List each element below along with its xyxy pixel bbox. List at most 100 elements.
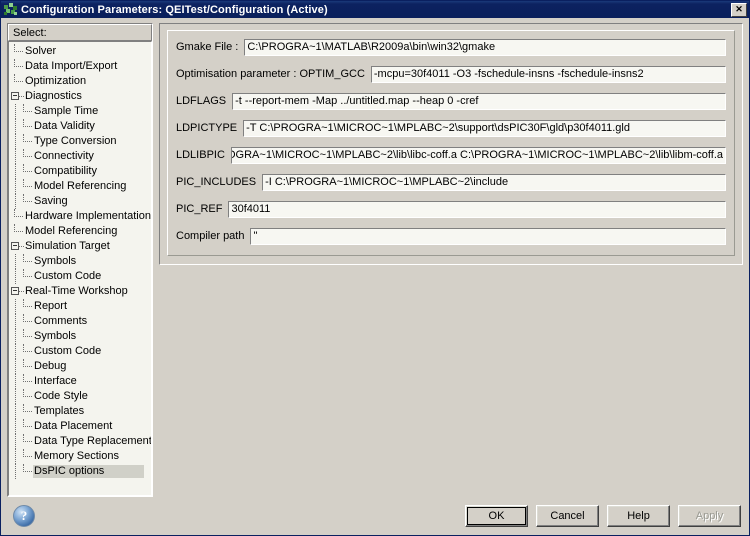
tree-item-comments[interactable]: Comments <box>9 314 151 329</box>
ok-button[interactable]: OK <box>465 505 528 527</box>
config-tree[interactable]: Solver Data Import/Export Optimization Diag… <box>8 41 152 496</box>
help-button[interactable]: Help <box>607 505 670 527</box>
pic-includes-input[interactable]: -I C:\PROGRA~1\MICROC~1\MPLABC~2\include <box>262 174 726 191</box>
tree-branch-icon <box>20 179 33 194</box>
gmake-file-row: Gmake File : C:\PROGRA~1\MATLAB\R2009a\bi… <box>176 39 726 56</box>
dialog-buttons: OK Cancel Help Apply <box>465 505 741 527</box>
tree-collapse-icon[interactable] <box>11 284 24 299</box>
tree-item-solver[interactable]: Solver <box>9 44 151 59</box>
tree-guide <box>11 194 20 209</box>
optim-gcc-input[interactable]: -mcpu=30f4011 -O3 -fschedule-insns -fsch… <box>370 66 726 83</box>
tree-item-compatibility[interactable]: Compatibility <box>9 164 151 179</box>
tree-guide <box>11 329 20 344</box>
pic-ref-label: PIC_REF <box>176 203 223 215</box>
dspic-options-group: Gmake File : C:\PROGRA~1\MATLAB\R2009a\bi… <box>159 23 743 265</box>
tree-branch-icon <box>20 299 33 314</box>
tree-collapse-icon[interactable] <box>11 239 24 254</box>
help-orb-icon[interactable]: ? <box>13 505 35 527</box>
tree-branch-icon <box>20 389 33 404</box>
tree-guide <box>11 374 20 389</box>
tree-item-sample-time[interactable]: Sample Time <box>9 104 151 119</box>
tree-branch-icon <box>20 149 33 164</box>
tree-branch-icon <box>20 194 33 209</box>
tree-item-dspic-options[interactable]: DsPIC options <box>9 464 151 479</box>
ldpictype-row: LDPICTYPE -T C:\PROGRA~1\MICROC~1\MPLABC~… <box>176 120 726 137</box>
tree-item-label: Debug <box>34 360 67 372</box>
tree-item-label: Compatibility <box>34 165 97 177</box>
tree-guide <box>11 149 20 164</box>
tree-item-model-referencing[interactable]: Model Referencing <box>9 224 151 239</box>
optim-gcc-row: Optimisation parameter : OPTIM_GCC -mcpu=… <box>176 66 726 83</box>
tree-item-simulation-target[interactable]: Simulation Target <box>9 239 151 254</box>
pic-includes-label: PIC_INCLUDES <box>176 176 257 188</box>
tree-item-label: Custom Code <box>34 270 102 282</box>
tree-guide <box>11 389 20 404</box>
tree-item-data-validity[interactable]: Data Validity <box>9 119 151 134</box>
settings-panel: Gmake File : C:\PROGRA~1\MATLAB\R2009a\bi… <box>159 23 743 497</box>
tree-branch-icon <box>20 434 33 449</box>
tree-branch-icon <box>20 404 33 419</box>
tree-item-data-import-export[interactable]: Data Import/Export <box>9 59 151 74</box>
tree-item-custom-code[interactable]: Custom Code <box>9 269 151 284</box>
tree-item-label: Diagnostics <box>25 90 82 102</box>
tree-item-saving[interactable]: Saving <box>9 194 151 209</box>
tree-branch-icon <box>20 419 33 434</box>
ldlibpic-row: LDLIBPIC 30f4011-coff.a C:\PROGRA~1\MICRO… <box>176 147 726 164</box>
tree-item-data-placement[interactable]: Data Placement <box>9 419 151 434</box>
tree-item-type-conversion[interactable]: Type Conversion <box>9 134 151 149</box>
ldlibpic-input[interactable]: 30f4011-coff.a C:\PROGRA~1\MICROC~1\MPLA… <box>230 147 726 164</box>
tree-item-optimization[interactable]: Optimization <box>9 74 151 89</box>
tree-item-label: Model Referencing <box>34 180 127 192</box>
tree-item-hardware-implementation[interactable]: Hardware Implementation <box>9 209 151 224</box>
tree-item-real-time-workshop[interactable]: Real-Time Workshop <box>9 284 151 299</box>
tree-item-label: Simulation Target <box>25 240 110 252</box>
matlab-simulink-icon <box>4 3 17 16</box>
compiler-path-label: Compiler path <box>176 230 245 242</box>
tree-item-debug[interactable]: Debug <box>9 359 151 374</box>
tree-item-symbols[interactable]: Symbols <box>9 329 151 344</box>
tree-item-code-style[interactable]: Code Style <box>9 389 151 404</box>
tree-guide <box>11 119 20 134</box>
tree-item-templates[interactable]: Templates <box>9 404 151 419</box>
tree-item-custom-code[interactable]: Custom Code <box>9 344 151 359</box>
tree-item-report[interactable]: Report <box>9 299 151 314</box>
tree-guide <box>11 449 20 464</box>
tree-item-label: Memory Sections <box>34 450 119 462</box>
window-title: Configuration Parameters: QEITest/Config… <box>21 3 328 16</box>
tree-item-model-referencing[interactable]: Model Referencing <box>9 179 151 194</box>
cancel-button[interactable]: Cancel <box>536 505 599 527</box>
dialog-footer: ? OK Cancel Help Apply <box>1 497 749 535</box>
ldflags-row: LDFLAGS -t --report-mem -Map ../untitled.… <box>176 93 726 110</box>
tree-collapse-icon[interactable] <box>11 89 24 104</box>
tree-guide <box>11 404 20 419</box>
tree-guide <box>11 314 20 329</box>
select-tree-panel: Select: Solver Data Import/Export Optimiza… <box>7 23 153 497</box>
tree-item-memory-sections[interactable]: Memory Sections <box>9 449 151 464</box>
tree-branch-icon <box>20 269 33 284</box>
tree-item-connectivity[interactable]: Connectivity <box>9 149 151 164</box>
tree-item-diagnostics[interactable]: Diagnostics <box>9 89 151 104</box>
ldflags-input[interactable]: -t --report-mem -Map ../untitled.map --h… <box>232 93 726 110</box>
apply-button: Apply <box>678 505 741 527</box>
tree-branch-icon <box>20 104 33 119</box>
ldpictype-input[interactable]: -T C:\PROGRA~1\MICROC~1\MPLABC~2\support… <box>243 120 726 137</box>
ldlibpic-value: 30f4011-coff.a C:\PROGRA~1\MICROC~1\MPLA… <box>230 149 723 161</box>
compiler-path-input[interactable]: " <box>250 228 726 245</box>
tree-guide <box>11 299 20 314</box>
tree-item-label: Report <box>34 300 68 312</box>
tree-item-label: Model Referencing <box>25 225 118 237</box>
close-icon[interactable]: ✕ <box>731 2 747 17</box>
pic-ref-input[interactable]: 30f4011 <box>228 201 726 218</box>
window-controls: ✕ <box>731 2 747 17</box>
tree-branch-icon <box>11 224 24 239</box>
tree-item-label: Connectivity <box>34 150 94 162</box>
title-bar[interactable]: Configuration Parameters: QEITest/Config… <box>1 1 749 18</box>
pic-includes-row: PIC_INCLUDES -I C:\PROGRA~1\MICROC~1\MPLA… <box>176 174 726 191</box>
tree-item-symbols[interactable]: Symbols <box>9 254 151 269</box>
tree-item-label: Sample Time <box>34 105 99 117</box>
tree-guide <box>11 344 20 359</box>
tree-item-interface[interactable]: Interface <box>9 374 151 389</box>
tree-branch-icon <box>20 134 33 149</box>
gmake-file-input[interactable]: C:\PROGRA~1\MATLAB\R2009a\bin\win32\gmak… <box>244 39 726 56</box>
tree-item-data-type-replacement[interactable]: Data Type Replacement <box>9 434 151 449</box>
